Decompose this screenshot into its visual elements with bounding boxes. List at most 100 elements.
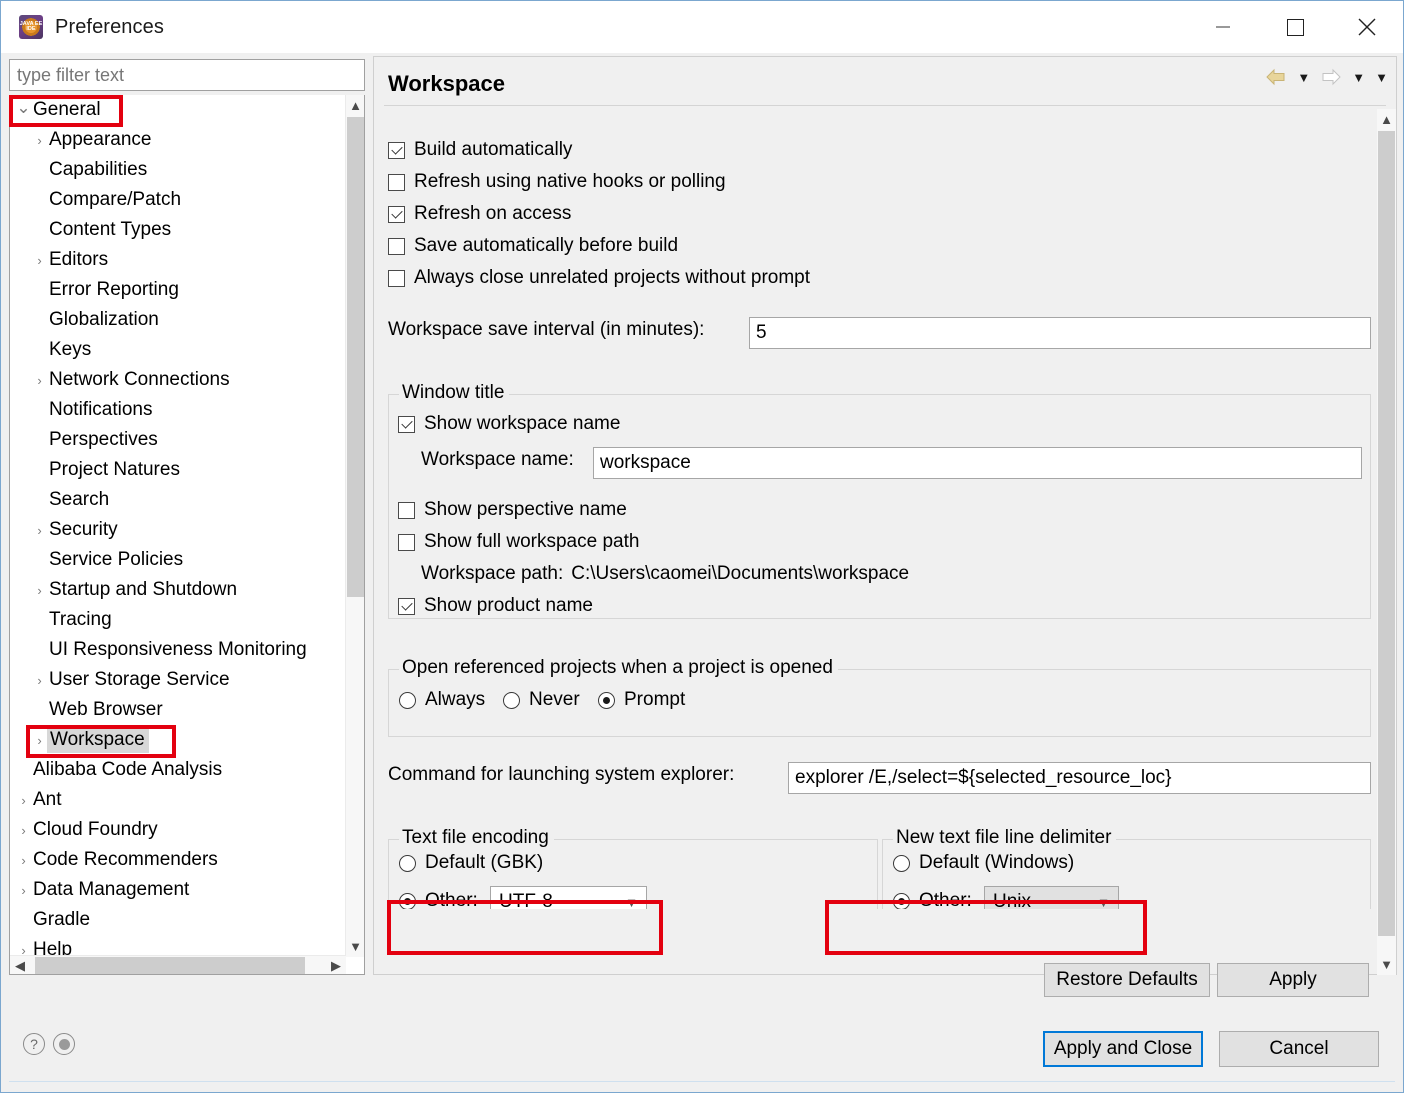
- delimiter-default-radio[interactable]: [893, 855, 910, 872]
- tree-horizontal-scrollbar[interactable]: ◀ ▶: [10, 955, 346, 974]
- encoding-default-radio[interactable]: [399, 855, 416, 872]
- chevron-right-icon[interactable]: ›: [16, 884, 31, 897]
- tree-item-service-policies[interactable]: Service Policies: [10, 545, 346, 575]
- more-menu-chevron-down-icon[interactable]: ▼: [1375, 71, 1388, 84]
- page-vertical-scrollbar[interactable]: ▲ ▼: [1377, 109, 1396, 975]
- chevron-right-icon[interactable]: ›: [16, 794, 31, 807]
- tree-vertical-scroll-thumb[interactable]: [347, 117, 364, 597]
- page-vertical-scroll-thumb[interactable]: [1378, 131, 1395, 936]
- info-icon[interactable]: [53, 1033, 75, 1055]
- refresh-on-access-checkbox[interactable]: [388, 206, 405, 223]
- tree-item-notifications[interactable]: Notifications: [10, 395, 346, 425]
- forward-menu-chevron-down-icon[interactable]: ▼: [1352, 71, 1365, 84]
- show-full-workspace-path-checkbox[interactable]: [398, 534, 415, 551]
- checkbox-row-show-workspace-name[interactable]: Show workspace name: [398, 413, 620, 435]
- chevron-right-icon[interactable]: ›: [16, 824, 31, 837]
- checkbox-row-show-product-name[interactable]: Show product name: [398, 595, 593, 617]
- radio-row-encoding-other[interactable]: Other:: [399, 890, 478, 909]
- show-workspace-name-checkbox[interactable]: [398, 416, 415, 433]
- tree-item-ant[interactable]: ›Ant: [10, 785, 346, 815]
- tree-item-gradle[interactable]: Gradle: [10, 905, 346, 935]
- radio-row-prompt[interactable]: Prompt: [598, 689, 685, 711]
- checkbox-row-refresh-native-hooks[interactable]: Refresh using native hooks or polling: [388, 171, 726, 193]
- build-automatically-checkbox[interactable]: [388, 142, 405, 159]
- chevron-right-icon[interactable]: ›: [32, 524, 47, 537]
- apply-and-close-button[interactable]: Apply and Close: [1043, 1031, 1203, 1067]
- tree-item-tracing[interactable]: Tracing: [10, 605, 346, 635]
- tree-item-help[interactable]: ›Help: [10, 935, 346, 957]
- chevron-right-icon[interactable]: ›: [32, 674, 47, 687]
- chevron-right-icon[interactable]: ›: [32, 734, 47, 747]
- minimize-button[interactable]: [1187, 1, 1259, 53]
- tree-scroll-up-button[interactable]: ▲: [346, 95, 365, 116]
- radio-row-always[interactable]: Always: [399, 689, 485, 711]
- workspace-name-input[interactable]: [593, 447, 1362, 479]
- checkbox-row-build-automatically[interactable]: Build automatically: [388, 139, 572, 161]
- encoding-combo[interactable]: UTF-8 ▼: [490, 886, 647, 909]
- tree-item-compare-patch[interactable]: Compare/Patch: [10, 185, 346, 215]
- tree-scroll-left-button[interactable]: ◀: [10, 956, 30, 975]
- cancel-button[interactable]: Cancel: [1219, 1031, 1379, 1067]
- checkbox-row-close-unrelated-projects[interactable]: Always close unrelated projects without …: [388, 267, 810, 289]
- help-icon[interactable]: ?: [23, 1033, 45, 1055]
- checkbox-row-show-full-workspace-path[interactable]: Show full workspace path: [398, 531, 639, 553]
- back-menu-chevron-down-icon[interactable]: ▼: [1297, 71, 1310, 84]
- chevron-right-icon[interactable]: ›: [32, 584, 47, 597]
- tree-item-search[interactable]: Search: [10, 485, 346, 515]
- tree-item-general[interactable]: ⌄General: [10, 95, 346, 125]
- tree-item-network-connections[interactable]: ›Network Connections: [10, 365, 346, 395]
- tree-item-web-browser[interactable]: Web Browser: [10, 695, 346, 725]
- tree-item-cloud-foundry[interactable]: ›Cloud Foundry: [10, 815, 346, 845]
- save-interval-input[interactable]: [749, 317, 1371, 349]
- radio-row-delimiter-other[interactable]: Other:: [893, 890, 972, 909]
- checkbox-row-show-perspective-name[interactable]: Show perspective name: [398, 499, 627, 521]
- tree-scroll-right-button[interactable]: ▶: [326, 956, 346, 975]
- tree-item-security[interactable]: ›Security: [10, 515, 346, 545]
- always-radio[interactable]: [399, 692, 416, 709]
- page-scroll-up-button[interactable]: ▲: [1377, 109, 1396, 130]
- checkbox-row-refresh-on-access[interactable]: Refresh on access: [388, 203, 571, 225]
- chevron-down-icon[interactable]: ⌄: [16, 99, 31, 116]
- tree-item-workspace[interactable]: ›Workspace: [10, 725, 346, 755]
- tree-item-keys[interactable]: Keys: [10, 335, 346, 365]
- tree-scroll-down-button[interactable]: ▼: [346, 936, 365, 957]
- prompt-radio[interactable]: [598, 692, 615, 709]
- radio-row-encoding-default[interactable]: Default (GBK): [399, 852, 543, 874]
- close-button[interactable]: [1331, 1, 1403, 53]
- maximize-button[interactable]: [1259, 1, 1331, 53]
- delimiter-combo[interactable]: Unix ▼: [984, 886, 1119, 909]
- tree-item-project-natures[interactable]: Project Natures: [10, 455, 346, 485]
- page-scroll-down-button[interactable]: ▼: [1377, 954, 1396, 975]
- tree-item-data-management[interactable]: ›Data Management: [10, 875, 346, 905]
- tree-item-error-reporting[interactable]: Error Reporting: [10, 275, 346, 305]
- tree-item-ui-responsiveness-monitoring[interactable]: UI Responsiveness Monitoring: [10, 635, 346, 665]
- tree-item-content-types[interactable]: Content Types: [10, 215, 346, 245]
- radio-row-never[interactable]: Never: [503, 689, 580, 711]
- tree-item-startup-and-shutdown[interactable]: ›Startup and Shutdown: [10, 575, 346, 605]
- radio-row-delimiter-default[interactable]: Default (Windows): [893, 852, 1074, 874]
- tree-item-capabilities[interactable]: Capabilities: [10, 155, 346, 185]
- restore-defaults-button[interactable]: Restore Defaults: [1044, 963, 1210, 997]
- back-arrow-icon[interactable]: [1265, 67, 1287, 87]
- tree-item-editors[interactable]: ›Editors: [10, 245, 346, 275]
- command-explorer-input[interactable]: [788, 762, 1371, 794]
- tree-horizontal-scroll-thumb[interactable]: [35, 957, 305, 974]
- tree-item-globalization[interactable]: Globalization: [10, 305, 346, 335]
- show-perspective-name-checkbox[interactable]: [398, 502, 415, 519]
- show-product-name-checkbox[interactable]: [398, 598, 415, 615]
- apply-button[interactable]: Apply: [1217, 963, 1369, 997]
- tree-item-appearance[interactable]: ›Appearance: [10, 125, 346, 155]
- chevron-right-icon[interactable]: ›: [16, 854, 31, 867]
- tree-vertical-scrollbar[interactable]: ▲ ▼: [345, 95, 364, 957]
- chevron-right-icon[interactable]: ›: [32, 134, 47, 147]
- tree-item-perspectives[interactable]: Perspectives: [10, 425, 346, 455]
- refresh-native-hooks-checkbox[interactable]: [388, 174, 405, 191]
- tree-item-code-recommenders[interactable]: ›Code Recommenders: [10, 845, 346, 875]
- encoding-other-radio[interactable]: [399, 893, 416, 910]
- delimiter-other-radio[interactable]: [893, 893, 910, 910]
- close-unrelated-projects-checkbox[interactable]: [388, 270, 405, 287]
- filter-input[interactable]: [9, 59, 365, 91]
- never-radio[interactable]: [503, 692, 520, 709]
- tree-item-alibaba-code-analysis[interactable]: Alibaba Code Analysis: [10, 755, 346, 785]
- chevron-right-icon[interactable]: ›: [32, 374, 47, 387]
